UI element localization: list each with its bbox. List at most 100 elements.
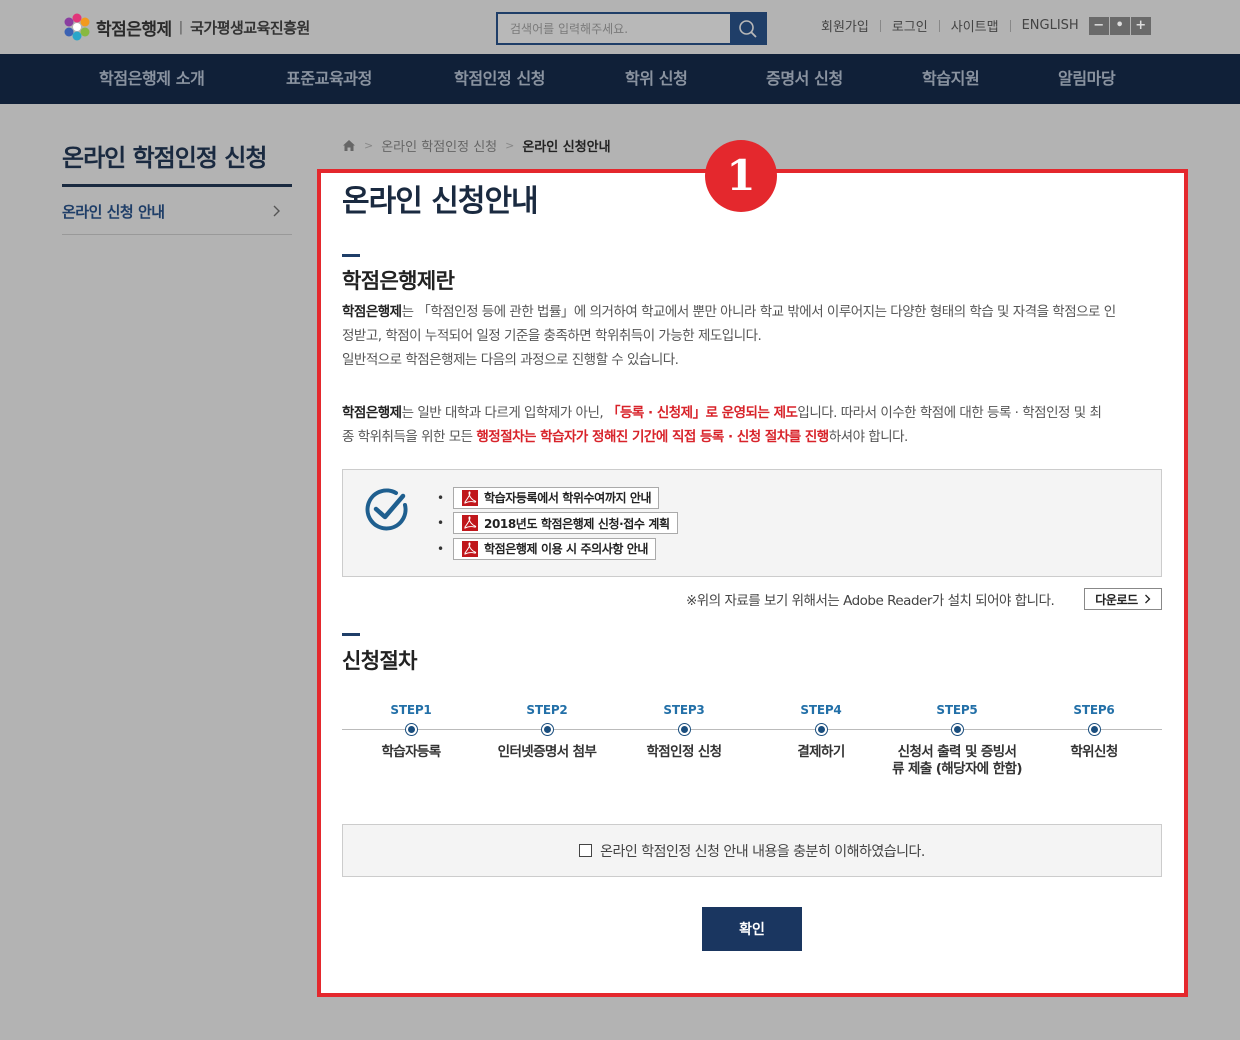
agreement-box: 온라인 학점인정 신청 안내 내용을 충분히 이해하였습니다. [342, 824, 1162, 877]
term-bold: 학점은행제 [342, 405, 402, 421]
zoom-reset-button[interactable]: • [1109, 16, 1130, 35]
divider [1009, 19, 1011, 32]
sidebar-divider [62, 184, 292, 187]
search-icon [738, 19, 757, 38]
pdf-link-cautions[interactable]: 학점은행제 이용 시 주의사항 안내 [453, 537, 657, 560]
intro-text: 정받고, 학점이 누적되어 일정 기준을 충족하면 학위취득이 가능한 제도입니… [342, 328, 762, 344]
document-title: 2018년도 학점은행제 신청·접수 계획 [484, 516, 670, 531]
flower-logo-icon [62, 12, 92, 42]
step-number-badge: 1 [705, 140, 777, 212]
notice-text: 는 일반 대학과 다르게 입학제가 아닌, [401, 405, 607, 421]
notice-paragraph: 학점은행제는 일반 대학과 다르게 입학제가 아닌, 「등록 · 신청제」로 운… [342, 401, 1164, 449]
list-item: • 2018년도 학점은행제 신청·접수 계획 [437, 511, 678, 537]
adobe-reader-note: ※위의 자료를 보기 위해서는 Adobe Reader가 설치 되어야 합니다… [686, 593, 1055, 609]
bullet: • [437, 516, 445, 531]
notice-emphasis: 「등록 · 신청제」로 운영되는 제도 [606, 405, 798, 421]
step-number: STEP4 [800, 703, 842, 717]
step-dot [1088, 724, 1100, 735]
step-dot [405, 724, 417, 735]
document-title: 학습자등록에서 학위수여까지 안내 [484, 491, 652, 506]
nav-item-degree-application[interactable]: 학위 신청 [625, 54, 688, 104]
notice-emphasis: 행정절차는 학습자가 정해진 기간에 직접 등록 · 신청 절차를 진행 [476, 429, 829, 445]
home-icon[interactable] [342, 139, 356, 152]
sitemap-link[interactable]: 사이트맵 [951, 16, 999, 35]
step-number: STEP2 [526, 703, 568, 717]
search-input[interactable] [498, 14, 730, 43]
pdf-icon [462, 540, 478, 557]
bullet: • [437, 490, 445, 505]
logo-separator: | [178, 19, 184, 35]
step-number: STEP5 [936, 703, 978, 717]
main-navigation: 학점은행제 소개 표준교육과정 학점인정 신청 학위 신청 증명서 신청 학습지… [0, 54, 1240, 104]
intro-paragraph: 학점은행제는 「학점인정 등에 관한 법률」에 의거하여 학교에서 뿐만 아니라… [342, 300, 1164, 372]
search-bar [496, 12, 767, 45]
download-label: 다운로드 [1095, 592, 1138, 607]
nav-item-about[interactable]: 학점은행제 소개 [99, 54, 205, 104]
step-dot [678, 724, 690, 735]
breadcrumb-current: 온라인 신청안내 [522, 140, 611, 155]
step-dot [951, 724, 963, 735]
step-name: 결제하기 [797, 744, 845, 760]
step-number: STEP3 [663, 703, 705, 717]
top-header: 학점은행제 | 국가평생교육진흥원 회원가입 로그인 사이트맵 ENGLISH … [0, 0, 1240, 54]
breadcrumb-separator: > [505, 139, 515, 152]
notice-text: 종 학위취득을 위한 모든 [342, 429, 477, 445]
pdf-link-guide[interactable]: 학습자등록에서 학위수여까지 안내 [453, 486, 660, 509]
section-accent-bar [342, 633, 360, 636]
nav-item-credit-application[interactable]: 학점인정 신청 [454, 54, 545, 104]
logo-organization: 국가평생교육진흥원 [190, 18, 310, 37]
section-accent-bar [342, 254, 360, 257]
notice-text: 입니다. 따라서 이수한 학점에 대한 등록 · 학점인정 및 최 [797, 405, 1102, 421]
steps-timeline [342, 729, 1162, 730]
zoom-out-button[interactable]: − [1088, 16, 1109, 35]
divider [879, 19, 881, 32]
agree-label[interactable]: 온라인 학점인정 신청 안내 내용을 충분히 이해하였습니다. [600, 841, 925, 861]
step-name: 신청서 출력 및 증빙서류 제출 (해당자에 한함) [892, 744, 1022, 777]
list-item: • 학습자등록에서 학위수여까지 안내 [437, 485, 678, 511]
breadcrumb-item[interactable]: 온라인 학점인정 신청 [381, 136, 497, 155]
list-item: • 학점은행제 이용 시 주의사항 안내 [437, 536, 678, 562]
download-button[interactable]: 다운로드 [1084, 588, 1162, 610]
site-logo[interactable]: 학점은행제 | 국가평생교육진흥원 [62, 13, 310, 41]
intro-text: 일반적으로 학점은행제는 다음의 과정으로 진행할 수 있습니다. [342, 352, 679, 368]
breadcrumb-separator: > [364, 139, 374, 152]
section-title-credit-bank: 학점은행제란 [342, 269, 455, 293]
pdf-link-plan[interactable]: 2018년도 학점은행제 신청·접수 계획 [453, 512, 678, 535]
pdf-icon [462, 515, 478, 532]
sidebar-item-label: 온라인 신청 안내 [62, 202, 165, 221]
divider [938, 19, 940, 32]
english-link[interactable]: ENGLISH [1022, 18, 1079, 33]
intro-text: 는 「학점인정 등에 관한 법률」에 의거하여 학교에서 뿐만 아니라 학교 밖… [401, 304, 1117, 320]
breadcrumb: > 온라인 학점인정 신청 > 온라인 신청안내 [342, 136, 611, 155]
step-dot [541, 724, 553, 735]
step-number: STEP6 [1073, 703, 1115, 717]
step-name: 학습자등록 [381, 744, 441, 760]
signup-link[interactable]: 회원가입 [821, 16, 869, 35]
section-title-procedure: 신청절차 [342, 649, 417, 673]
agree-checkbox[interactable] [579, 844, 593, 857]
nav-item-learning-support[interactable]: 학습지원 [922, 54, 980, 104]
step-name: 학점인정 신청 [646, 744, 722, 760]
term-bold: 학점은행제 [342, 304, 402, 320]
check-circle-icon [365, 488, 408, 531]
sidebar-item-online-guide[interactable]: 온라인 신청 안내 [62, 188, 292, 235]
chevron-right-icon [273, 205, 280, 217]
nav-item-notice[interactable]: 알림마당 [1058, 54, 1116, 104]
sidebar-title: 온라인 학점인정 신청 [62, 144, 267, 172]
step-name: 인터넷증명서 첨부 [497, 744, 597, 760]
step-dot [815, 724, 827, 735]
login-link[interactable]: 로그인 [892, 16, 928, 35]
step-number: STEP1 [390, 703, 432, 717]
utility-menu: 회원가입 로그인 사이트맵 ENGLISH − • + [821, 16, 1151, 35]
logo-title: 학점은행제 [96, 19, 172, 40]
zoom-in-button[interactable]: + [1130, 16, 1151, 35]
pdf-icon [462, 489, 478, 506]
nav-item-certificate[interactable]: 증명서 신청 [766, 54, 843, 104]
nav-item-standard-curriculum[interactable]: 표준교육과정 [286, 54, 372, 104]
document-list: • 학습자등록에서 학위수여까지 안내 • 2018년도 학점은행제 신청·접수… [437, 485, 678, 562]
search-button[interactable] [730, 14, 765, 43]
confirm-button[interactable]: 확인 [702, 907, 802, 951]
step-name: 학위신청 [1070, 744, 1118, 760]
bullet: • [437, 541, 445, 556]
document-download-box: • 학습자등록에서 학위수여까지 안내 • 2018년도 학점은행제 신청·접수… [342, 469, 1162, 577]
